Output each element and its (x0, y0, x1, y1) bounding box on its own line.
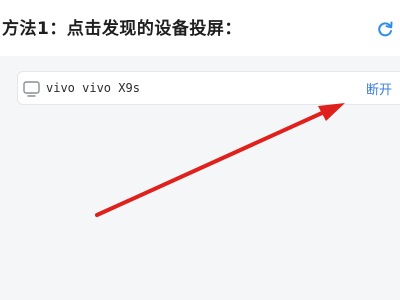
page-title: 方法1：点击发现的设备投屏： (2, 19, 242, 39)
screen-mirror-page: 方法1：点击发现的设备投屏： vivo vivo X9s 断开 (0, 0, 400, 300)
disconnect-button[interactable]: 断开 (366, 79, 392, 98)
refresh-icon[interactable] (374, 18, 396, 40)
device-list-item[interactable]: vivo vivo X9s 断开 (17, 71, 400, 105)
monitor-icon (23, 81, 40, 97)
device-name: vivo vivo X9s (46, 81, 140, 95)
header: 方法1：点击发现的设备投屏： (0, 0, 400, 56)
